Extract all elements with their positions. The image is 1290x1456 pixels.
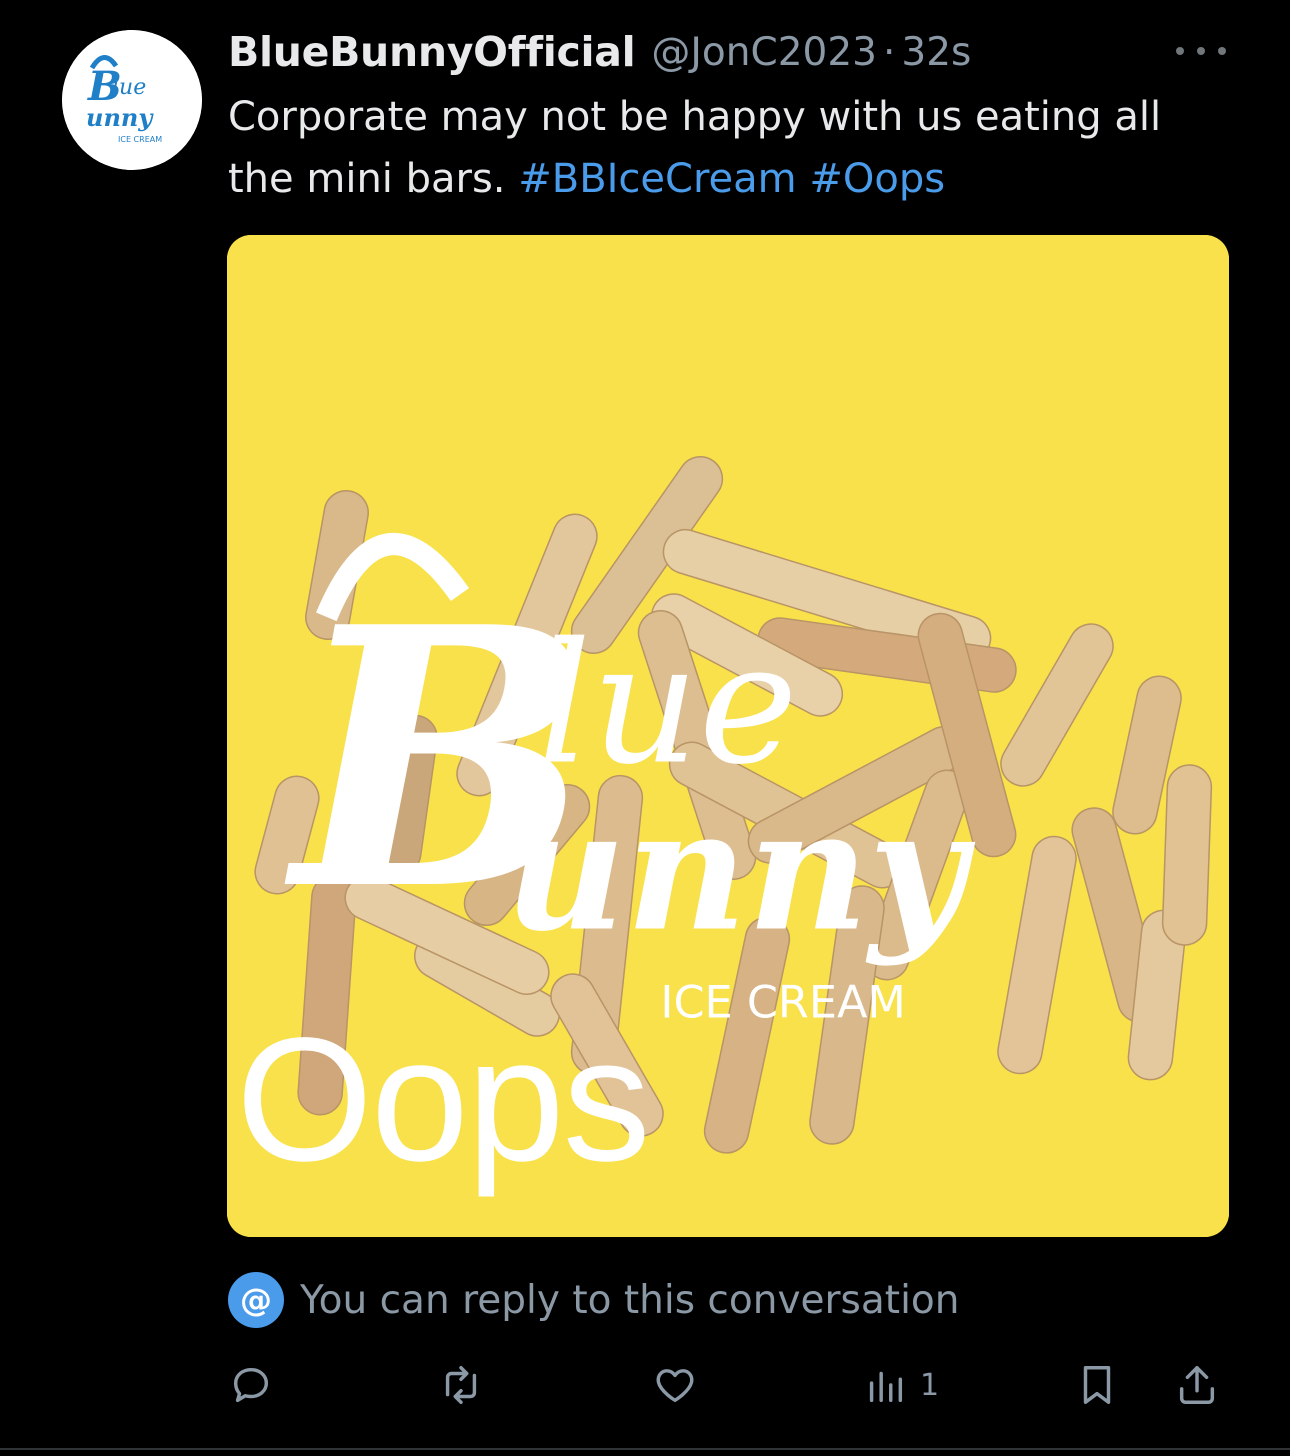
blue-bunny-logo-icon: B lue unny ICE CREAM xyxy=(62,30,202,170)
more-dot xyxy=(1176,47,1184,55)
svg-text:ICE CREAM: ICE CREAM xyxy=(118,135,162,144)
divider xyxy=(0,1448,1290,1450)
avatar[interactable]: B lue unny ICE CREAM xyxy=(62,30,202,170)
user-handle[interactable]: @JonC2023 xyxy=(651,30,877,75)
svg-text:lue: lue xyxy=(112,75,146,100)
analytics-icon xyxy=(869,1371,903,1403)
reply-restriction-text: You can reply to this conversation xyxy=(300,1277,960,1323)
display-name[interactable]: BlueBunnyOfficial xyxy=(228,28,636,76)
retweet-button[interactable] xyxy=(438,1350,484,1420)
media-overlay-text: Oops xyxy=(236,1002,651,1198)
timestamp[interactable]: 32s xyxy=(901,30,971,75)
action-bar: 1 xyxy=(228,1350,1228,1420)
heart-icon xyxy=(656,1369,694,1403)
more-horizontal-icon[interactable] xyxy=(1176,36,1226,66)
svg-text:unny: unny xyxy=(504,773,975,969)
hashtag-link[interactable]: #BBIceCream xyxy=(518,156,796,202)
tweet-text: Corporate may not be happy with us eatin… xyxy=(228,86,1238,210)
svg-text:ICE CREAM: ICE CREAM xyxy=(660,977,906,1029)
share-button[interactable] xyxy=(1174,1350,1220,1420)
like-button[interactable] xyxy=(652,1350,698,1420)
views-button[interactable]: 1 xyxy=(862,1350,939,1420)
svg-text:unny: unny xyxy=(86,103,154,132)
retweet-icon xyxy=(445,1366,477,1404)
tweet-header: BlueBunnyOfficial @JonC2023 · 32s xyxy=(228,24,1230,80)
bookmark-icon xyxy=(1083,1366,1111,1404)
more-dot xyxy=(1218,47,1226,55)
more-dot xyxy=(1197,47,1205,55)
reply-icon xyxy=(233,1367,269,1403)
reply-restriction-notice: @ You can reply to this conversation xyxy=(228,1270,959,1330)
reply-button[interactable] xyxy=(228,1350,274,1420)
separator-dot: · xyxy=(882,29,896,75)
hashtag-link[interactable]: #Oops xyxy=(809,156,945,202)
at-sign-icon: @ xyxy=(228,1272,284,1328)
share-icon xyxy=(1179,1366,1215,1404)
bookmark-button[interactable] xyxy=(1074,1350,1120,1420)
views-count: 1 xyxy=(920,1367,940,1403)
